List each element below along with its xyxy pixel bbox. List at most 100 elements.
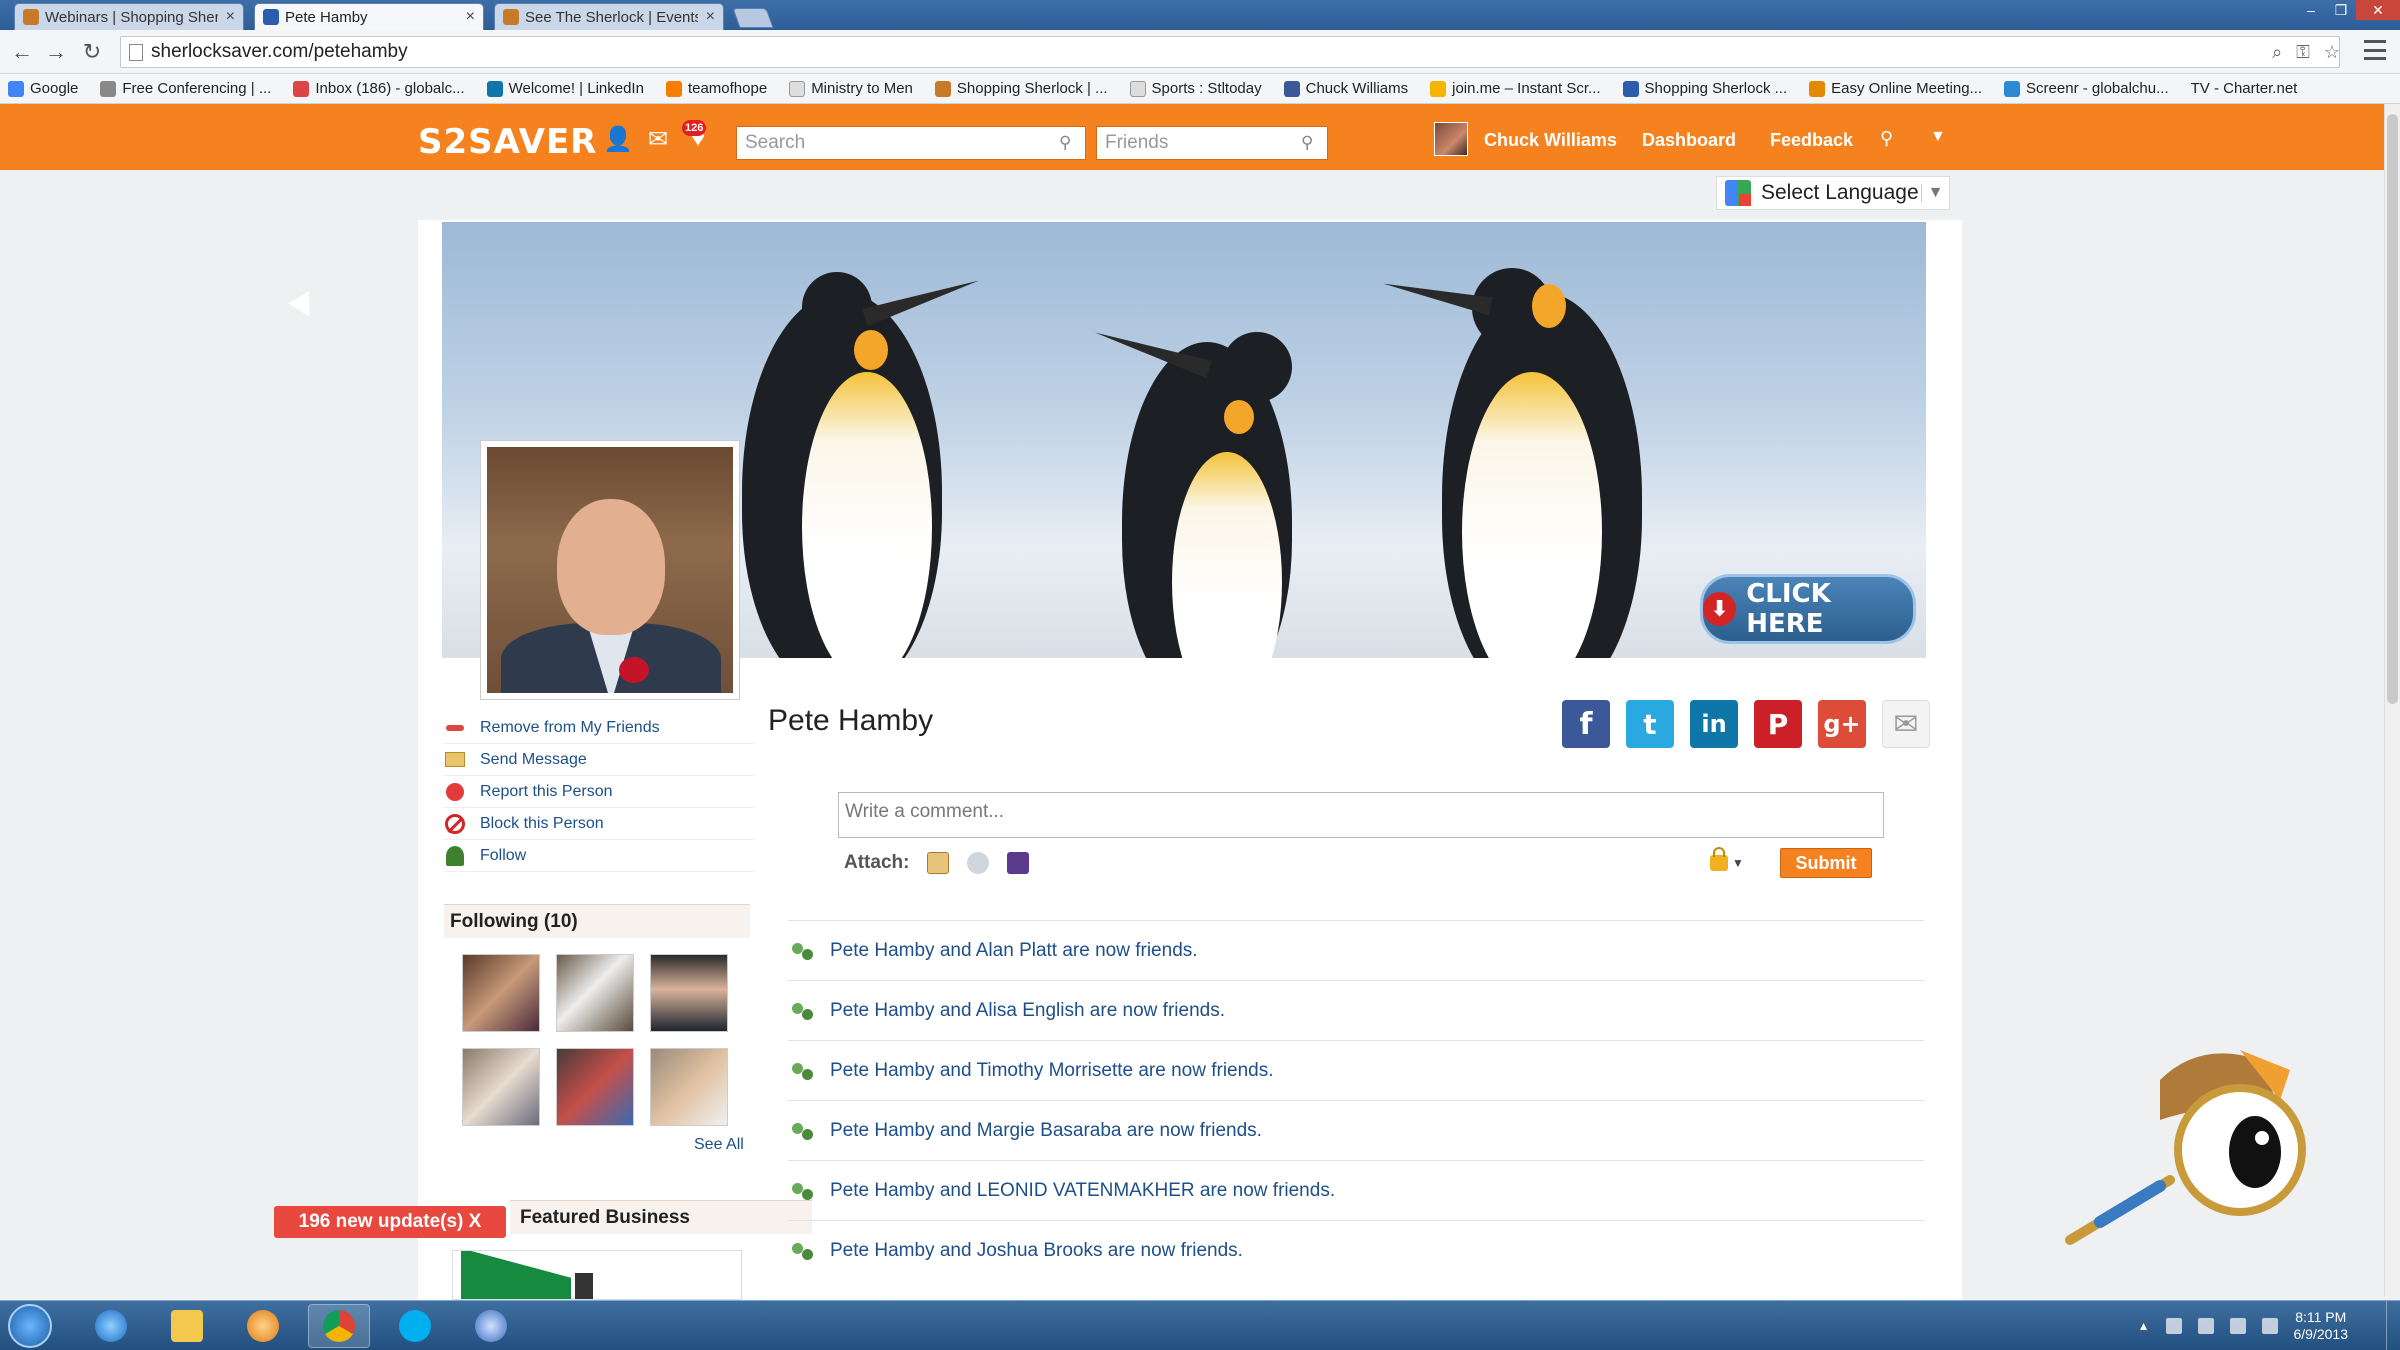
chevron-down-icon[interactable]: ▼ <box>1930 128 1946 146</box>
bookmark-item[interactable]: Welcome! | LinkedIn <box>486 80 644 97</box>
app-icon[interactable] <box>460 1304 522 1348</box>
pinterest-share-icon[interactable]: P <box>1754 700 1802 748</box>
bookmark-star-icon[interactable]: ☆ <box>2324 42 2340 63</box>
chevron-down-icon[interactable]: ▼ <box>1921 184 1949 202</box>
friend-requests-icon[interactable]: 👤 <box>603 126 633 153</box>
start-button[interactable] <box>8 1304 52 1348</box>
follow-link[interactable]: Follow <box>444 840 754 872</box>
address-bar[interactable]: sherlocksaver.com/petehamby <box>120 36 2340 68</box>
browser-menu-icon[interactable] <box>2364 40 2386 60</box>
feed-item[interactable]: Pete Hamby and Alan Platt are now friend… <box>788 920 1924 980</box>
close-window-icon[interactable]: ✕ <box>2356 0 2400 20</box>
following-thumbnail[interactable] <box>462 954 540 1032</box>
user-name-link[interactable]: Chuck Williams <box>1484 130 1617 151</box>
following-thumbnail[interactable] <box>556 1048 634 1126</box>
reload-icon[interactable]: ↻ <box>78 38 106 66</box>
feed-item[interactable]: Pete Hamby and Joshua Brooks are now fri… <box>788 1220 1924 1280</box>
facebook-share-icon[interactable]: f <box>1562 700 1610 748</box>
key-icon[interactable]: ⚿ <box>2296 42 2310 63</box>
bookmark-item[interactable]: Screenr - globalchu... <box>2004 80 2169 97</box>
language-select[interactable]: Select Language ▼ <box>1716 176 1950 210</box>
chrome-icon[interactable] <box>308 1304 370 1348</box>
following-thumbnail[interactable] <box>650 954 728 1032</box>
tray-expand-icon[interactable]: ▲ <box>2138 1319 2150 1333</box>
site-logo[interactable]: S2SAVER <box>418 122 597 162</box>
language-select-label: Select Language <box>1761 181 1919 204</box>
bookmark-item[interactable]: join.me – Instant Scr... <box>1430 80 1601 97</box>
header-search-icon[interactable]: ⚲ <box>1880 128 1893 149</box>
privacy-dropdown[interactable]: ▼ <box>1710 847 1748 874</box>
system-clock[interactable]: 8:11 PM 6/9/2013 <box>2294 1309 2349 1343</box>
bookmark-item[interactable]: Inbox (186) - globalc... <box>293 80 465 97</box>
bookmark-item[interactable]: TV - Charter.net <box>2191 80 2298 97</box>
report-person-link[interactable]: Report this Person <box>444 776 754 808</box>
twitter-share-icon[interactable]: t <box>1626 700 1674 748</box>
feed-item[interactable]: Pete Hamby and Margie Basaraba are now f… <box>788 1100 1924 1160</box>
media-player-icon[interactable] <box>232 1304 294 1348</box>
activity-feed: Pete Hamby and Alan Platt are now friend… <box>788 920 1924 1280</box>
bookmark-item[interactable]: Google <box>8 80 78 97</box>
scrollbar-thumb[interactable] <box>2387 114 2398 704</box>
file-explorer-icon[interactable] <box>156 1304 218 1348</box>
new-updates-bar[interactable]: 196 new update(s) X <box>274 1206 506 1238</box>
skype-icon[interactable] <box>384 1304 446 1348</box>
back-icon[interactable]: ← <box>8 38 36 66</box>
tab-close-icon[interactable]: × <box>466 8 475 26</box>
friends-search-input[interactable]: Friends ⚲ <box>1096 126 1328 160</box>
search-input[interactable]: Search ⚲ <box>736 126 1086 160</box>
browser-tab-events[interactable]: See The Sherlock | Events × <box>494 3 724 30</box>
page-scrollbar[interactable] <box>2384 104 2400 1296</box>
tab-close-icon[interactable]: × <box>706 8 715 26</box>
see-all-link[interactable]: See All <box>694 1136 744 1154</box>
bookmark-item[interactable]: Easy Online Meeting... <box>1809 80 1982 97</box>
attach-photo-icon[interactable] <box>927 852 950 874</box>
bookmark-item[interactable]: Ministry to Men <box>789 80 913 97</box>
tray-icon[interactable] <box>2261 1318 2278 1334</box>
messages-icon[interactable]: ✉ <box>644 126 672 153</box>
featured-business-image[interactable] <box>452 1250 742 1300</box>
linkedin-share-icon[interactable]: in <box>1690 700 1738 748</box>
bookmark-item[interactable]: Chuck Williams <box>1283 80 1408 97</box>
profile-avatar[interactable] <box>480 440 740 700</box>
feed-item[interactable]: Pete Hamby and Alisa English are now fri… <box>788 980 1924 1040</box>
sherlock-mascot[interactable] <box>2040 1040 2340 1270</box>
forward-icon[interactable]: → <box>42 38 70 66</box>
bookmark-item[interactable]: Shopping Sherlock ... <box>1622 80 1787 97</box>
bookmark-item[interactable]: Sports : Stltoday <box>1129 80 1262 97</box>
following-thumbnail[interactable] <box>462 1048 540 1126</box>
bookmark-item[interactable]: Shopping Sherlock | ... <box>934 80 1108 97</box>
click-here-button[interactable]: ⬇ CLICK HERE <box>1700 574 1916 644</box>
following-thumbnail[interactable] <box>650 1048 728 1126</box>
feedback-link[interactable]: Feedback <box>1770 130 1853 151</box>
feed-item[interactable]: Pete Hamby and Timothy Morrisette are no… <box>788 1040 1924 1100</box>
dashboard-link[interactable]: Dashboard <box>1642 130 1736 151</box>
remove-friend-link[interactable]: Remove from My Friends <box>444 712 754 744</box>
submit-button[interactable]: Submit <box>1780 848 1872 878</box>
bookmark-item[interactable]: teamofhope <box>665 80 767 97</box>
volume-icon[interactable] <box>2229 1318 2246 1334</box>
network-icon[interactable] <box>2197 1318 2214 1334</box>
tray-icon[interactable] <box>2165 1318 2182 1334</box>
minimize-icon[interactable]: – <box>2296 0 2326 20</box>
browser-tab-webinars[interactable]: Webinars | Shopping Sher × <box>14 3 244 30</box>
user-avatar[interactable] <box>1434 122 1468 156</box>
block-person-link[interactable]: Block this Person <box>444 808 754 840</box>
comment-input[interactable]: Write a comment... <box>838 792 1884 838</box>
tab-close-icon[interactable]: × <box>226 8 235 26</box>
attach-link-icon[interactable] <box>967 852 990 874</box>
send-message-link[interactable]: Send Message <box>444 744 754 776</box>
following-thumbnail[interactable] <box>556 954 634 1032</box>
bookmark-item[interactable]: Free Conferencing | ... <box>100 80 271 97</box>
new-tab-button[interactable] <box>732 8 774 28</box>
feed-item[interactable]: Pete Hamby and LEONID VATENMAKHER are no… <box>788 1160 1924 1220</box>
attach-video-icon[interactable] <box>1007 852 1030 874</box>
internet-explorer-icon[interactable] <box>80 1304 142 1348</box>
googleplus-share-icon[interactable]: g+ <box>1818 700 1866 748</box>
restore-icon[interactable]: ❐ <box>2326 0 2356 20</box>
show-desktop-button[interactable] <box>2386 1301 2400 1350</box>
search-icon[interactable]: ⚲ <box>1059 133 1079 153</box>
browser-tab-pete-hamby[interactable]: Pete Hamby × <box>254 3 484 30</box>
email-share-icon[interactable]: ✉ <box>1882 700 1930 748</box>
search-icon[interactable]: ⚲ <box>1301 133 1321 153</box>
zoom-icon[interactable]: ⌕ <box>2272 42 2282 63</box>
